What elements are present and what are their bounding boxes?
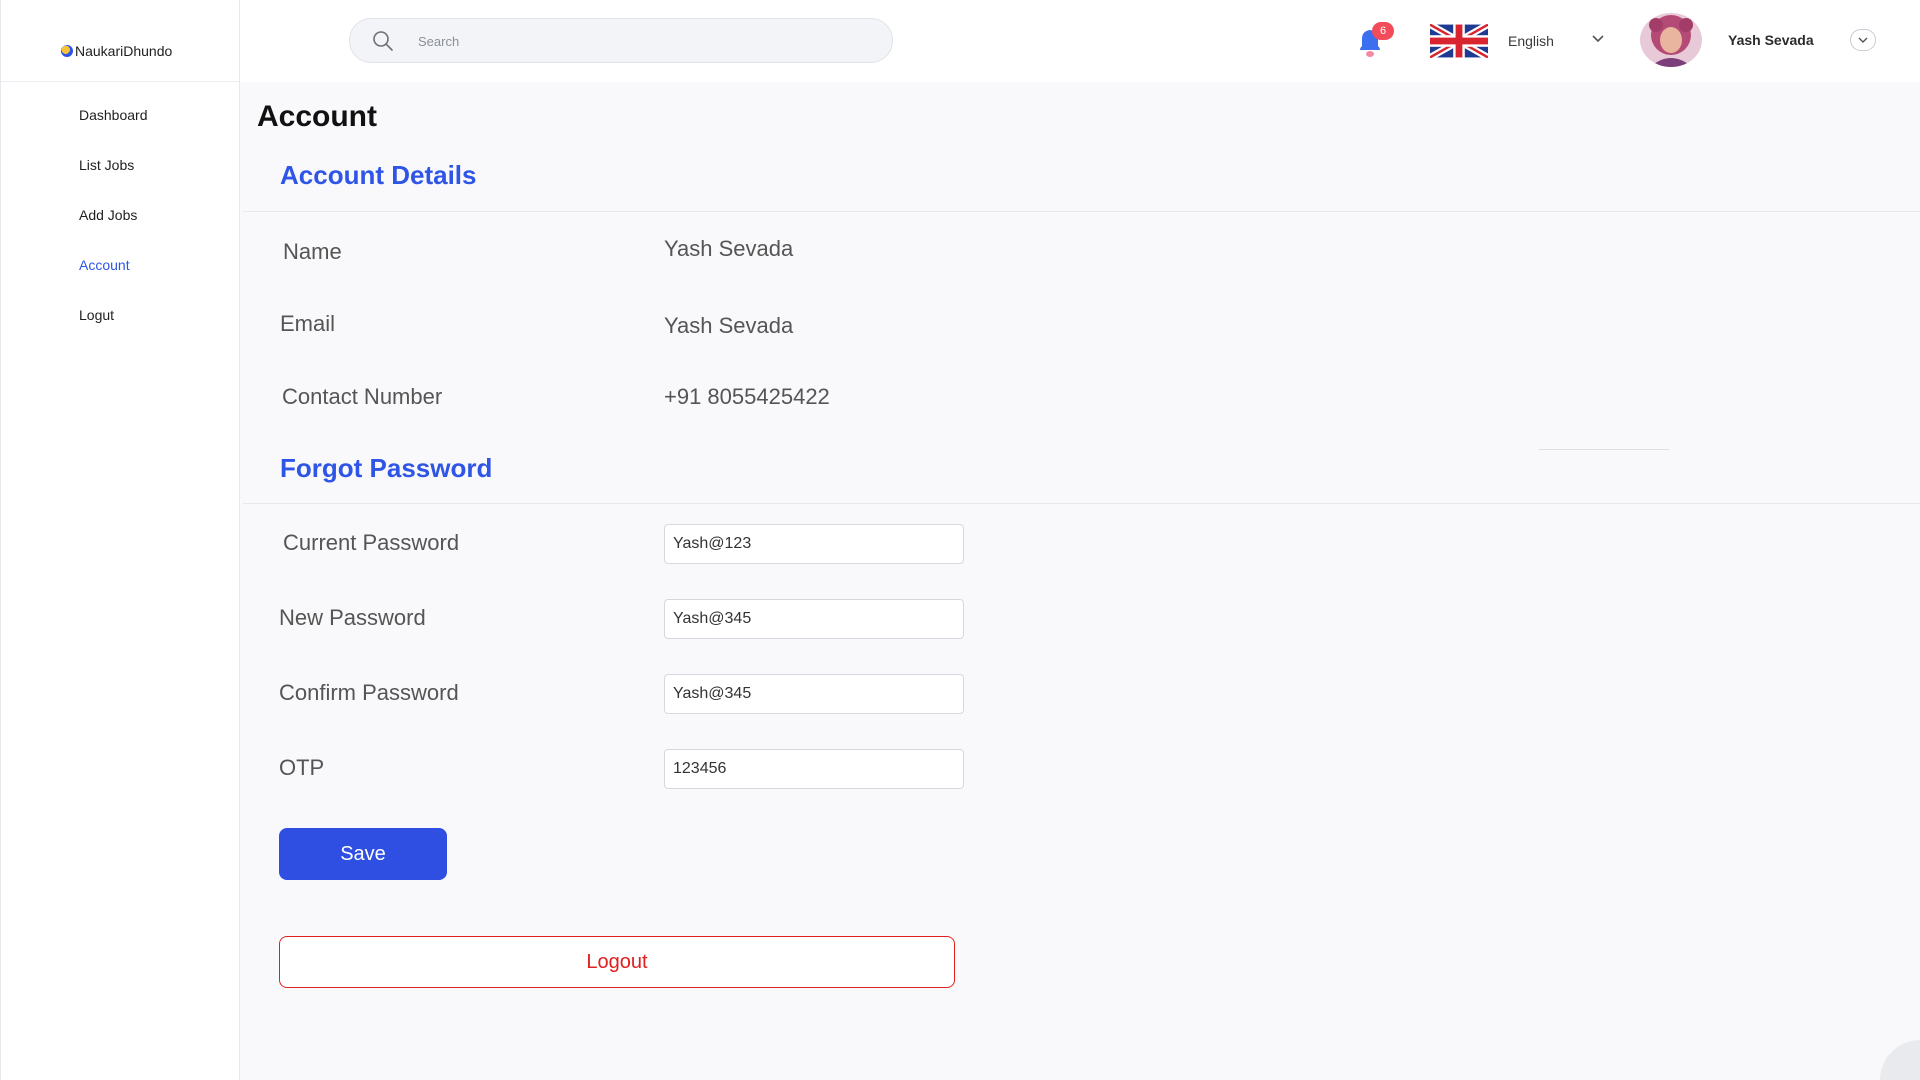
divider xyxy=(243,503,1920,504)
main-content: Account Account Details Name Yash Sevada… xyxy=(240,82,1920,1080)
user-name: Yash Sevada xyxy=(1728,32,1814,48)
otp-field[interactable] xyxy=(664,749,964,789)
chevron-down-icon xyxy=(1858,37,1868,43)
new-password-label: New Password xyxy=(279,605,426,630)
notification-badge: 6 xyxy=(1372,22,1394,40)
email-label: Email xyxy=(280,311,336,336)
new-password-field[interactable] xyxy=(664,599,964,639)
search-input[interactable] xyxy=(418,31,858,51)
otp-label: OTP xyxy=(279,755,325,780)
topbar: 6 English Yash Sevada xyxy=(240,0,1920,82)
sidebar-nav: Dashboard List Jobs Add Jobs Account Log… xyxy=(1,82,239,340)
page-title: Account xyxy=(257,100,377,133)
account-details-title: Account Details xyxy=(280,160,477,190)
sidebar-item-dashboard[interactable]: Dashboard xyxy=(1,90,239,140)
avatar[interactable] xyxy=(1640,13,1702,67)
divider xyxy=(243,211,1920,212)
sidebar: NaukariDhundo Dashboard List Jobs Add Jo… xyxy=(0,0,240,1080)
search-bar[interactable] xyxy=(349,18,893,63)
logo-icon xyxy=(61,44,73,57)
contact-value: +91 8055425422 xyxy=(664,384,830,409)
contact-label: Contact Number xyxy=(282,384,443,409)
avatar-image xyxy=(1640,13,1702,67)
save-button[interactable]: Save xyxy=(279,828,447,880)
current-password-label: Current Password xyxy=(283,530,460,555)
email-value: Yash Sevada xyxy=(664,313,794,338)
forgot-password-title: Forgot Password xyxy=(280,453,493,483)
sidebar-item-list-jobs[interactable]: List Jobs xyxy=(1,140,239,190)
sidebar-item-logout[interactable]: Logut xyxy=(1,290,239,340)
brand-name: NaukariDhundo xyxy=(75,42,173,59)
user-menu-button[interactable] xyxy=(1850,29,1876,51)
divider xyxy=(1539,449,1669,450)
uk-flag-icon[interactable] xyxy=(1430,24,1488,58)
sidebar-item-account[interactable]: Account xyxy=(1,240,239,290)
name-label: Name xyxy=(283,239,342,264)
name-value: Yash Sevada xyxy=(664,236,794,261)
sidebar-item-add-jobs[interactable]: Add Jobs xyxy=(1,190,239,240)
logout-button[interactable]: Logout xyxy=(279,936,955,988)
notification-button[interactable]: 6 xyxy=(1352,22,1396,62)
search-icon xyxy=(373,31,393,51)
brand-logo[interactable]: NaukariDhundo xyxy=(1,0,239,82)
language-label[interactable]: English xyxy=(1508,33,1554,49)
confirm-password-label: Confirm Password xyxy=(279,680,459,705)
confirm-password-field[interactable] xyxy=(664,674,964,714)
corner-decoration xyxy=(1880,1040,1920,1080)
chevron-down-icon[interactable] xyxy=(1590,30,1606,46)
current-password-field[interactable] xyxy=(664,524,964,564)
